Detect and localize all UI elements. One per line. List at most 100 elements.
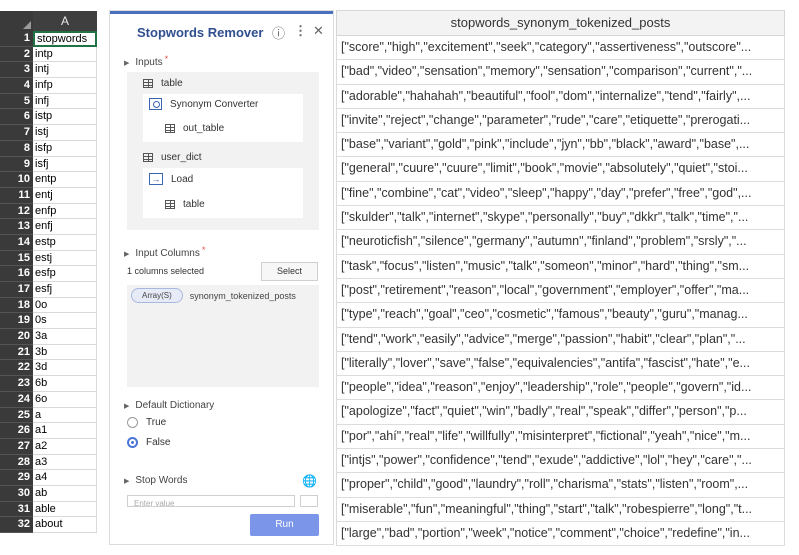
sheet-cell[interactable]: esfj: [33, 282, 97, 298]
sheet-cell[interactable]: able: [33, 501, 97, 518]
table-row[interactable]: ["adorable","hahahah","beautiful","fool"…: [336, 84, 785, 109]
stop-words-input[interactable]: Enter value: [127, 495, 295, 507]
sheet-cell[interactable]: intp: [33, 46, 97, 63]
row-number[interactable]: 14: [0, 234, 33, 251]
sheet-cell[interactable]: a: [33, 407, 97, 424]
sheet-cell[interactable]: a3: [33, 454, 97, 471]
table-row[interactable]: ["task","focus","listen","music","talk",…: [336, 254, 785, 279]
table-row[interactable]: ["apologize","fact","quiet","win","badly…: [336, 400, 785, 425]
help-icon[interactable]: ⓘ: [272, 23, 285, 42]
radio-true[interactable]: True: [127, 417, 166, 428]
inputs-section-toggle[interactable]: ▶ Inputs *: [124, 54, 168, 69]
load-item[interactable]: → Load: [149, 173, 193, 185]
row-number[interactable]: 9: [0, 156, 33, 173]
row-number[interactable]: 30: [0, 485, 33, 502]
sheet-cell[interactable]: 3d: [33, 360, 97, 377]
row-number[interactable]: 2: [0, 46, 33, 63]
table-row[interactable]: ["literally","lover","save","false","equ…: [336, 351, 785, 377]
sheet-cell[interactable]: isfj: [33, 156, 97, 173]
sheet-cell[interactable]: isfp: [33, 140, 97, 157]
row-number[interactable]: 3: [0, 62, 33, 79]
row-number[interactable]: 23: [0, 376, 33, 392]
table-row[interactable]: ["general","cuure","cuure","limit","book…: [336, 157, 785, 182]
sheet-cell[interactable]: infj: [33, 93, 97, 110]
table-row[interactable]: ["intjs","power","confidence","tend","ex…: [336, 449, 785, 474]
row-number[interactable]: 11: [0, 187, 33, 204]
row-number[interactable]: 17: [0, 282, 33, 298]
table-row[interactable]: ["type","reach","goal","ceo","cosmetic",…: [336, 303, 785, 328]
table-row[interactable]: ["por","ahí","real","life","willfully","…: [336, 424, 785, 450]
run-button[interactable]: Run: [250, 514, 319, 536]
table-row[interactable]: ["invite","reject","change","parameter",…: [336, 108, 785, 134]
table-row[interactable]: ["score","high","excitement","seek","cat…: [336, 36, 785, 61]
table-row[interactable]: ["miserable","fun","meaningful","thing",…: [336, 497, 785, 522]
sheet-cell[interactable]: entp: [33, 172, 97, 188]
stop-words-section-toggle[interactable]: ▶ Stop Words: [124, 475, 187, 486]
sheet-cell[interactable]: intj: [33, 62, 97, 79]
sheet-cell[interactable]: a2: [33, 438, 97, 455]
sheet-cell[interactable]: a1: [33, 423, 97, 439]
row-number[interactable]: 19: [0, 313, 33, 330]
row-number[interactable]: 16: [0, 266, 33, 282]
sheet-cell[interactable]: istp: [33, 109, 97, 126]
sheet-cell[interactable]: estj: [33, 250, 97, 267]
row-number[interactable]: 21: [0, 344, 33, 361]
out-table-item[interactable]: out_table: [165, 123, 224, 134]
row-number[interactable]: 32: [0, 517, 33, 533]
sheet-cell[interactable]: 6o: [33, 391, 97, 408]
sheet-cell[interactable]: entj: [33, 187, 97, 204]
row-number[interactable]: 12: [0, 203, 33, 220]
sheet-cell[interactable]: 0o: [33, 297, 97, 314]
table-row[interactable]: ["large","bad","portion","week","notice"…: [336, 521, 785, 547]
row-number[interactable]: 6: [0, 109, 33, 126]
stop-words-add-button[interactable]: [300, 495, 318, 507]
row-number[interactable]: 4: [0, 78, 33, 94]
row-number[interactable]: 24: [0, 391, 33, 408]
radio-false[interactable]: False: [127, 437, 170, 448]
sheet-cell[interactable]: 3b: [33, 344, 97, 361]
select-all-corner[interactable]: [0, 11, 33, 31]
input-table-item[interactable]: table: [143, 78, 183, 89]
table-row[interactable]: ["base","variant","gold","pink","include…: [336, 133, 785, 158]
sheet-cell[interactable]: stopwords: [33, 31, 97, 47]
row-number[interactable]: 27: [0, 438, 33, 455]
synonym-converter-item[interactable]: Synonym Converter: [149, 98, 258, 110]
sheet-cell[interactable]: enfj: [33, 219, 97, 235]
row-number[interactable]: 22: [0, 360, 33, 377]
row-number[interactable]: 31: [0, 501, 33, 518]
sheet-cell[interactable]: about: [33, 517, 97, 533]
default-dictionary-section-toggle[interactable]: ▶ Default Dictionary: [124, 400, 214, 411]
row-number[interactable]: 29: [0, 470, 33, 486]
row-number[interactable]: 28: [0, 454, 33, 471]
table-row[interactable]: ["tend","work","easily","advice","merge"…: [336, 327, 785, 352]
sheet-cell[interactable]: 6b: [33, 376, 97, 392]
sheet-cell[interactable]: estp: [33, 234, 97, 251]
row-number[interactable]: 10: [0, 172, 33, 188]
table-row[interactable]: ["neuroticfish","silence","germany","aut…: [336, 230, 785, 255]
row-number[interactable]: 7: [0, 125, 33, 141]
table-row[interactable]: ["people","idea","reason","enjoy","leade…: [336, 376, 785, 401]
sheet-cell[interactable]: infp: [33, 78, 97, 94]
sheet-cell[interactable]: istj: [33, 125, 97, 141]
sheet-cell[interactable]: ab: [33, 485, 97, 502]
row-number[interactable]: 13: [0, 219, 33, 235]
column-header-a[interactable]: A: [33, 11, 97, 31]
sheet-cell[interactable]: 0s: [33, 313, 97, 330]
table-row[interactable]: ["bad","video","sensation","memory","sen…: [336, 60, 785, 85]
row-number[interactable]: 5: [0, 93, 33, 110]
row-number[interactable]: 26: [0, 423, 33, 439]
table-row[interactable]: ["fine","combine","cat","video","sleep",…: [336, 181, 785, 207]
sheet-cell[interactable]: a4: [33, 470, 97, 486]
row-number[interactable]: 15: [0, 250, 33, 267]
row-number[interactable]: 1: [0, 31, 33, 47]
selected-column-item[interactable]: Array(S) synonym_tokenized_posts: [131, 288, 296, 303]
sheet-cell[interactable]: esfp: [33, 266, 97, 282]
user-dict-item[interactable]: user_dict: [143, 152, 202, 163]
table-row[interactable]: ["proper","child","good","laundry","roll…: [336, 473, 785, 498]
sheet-cell[interactable]: enfp: [33, 203, 97, 220]
row-number[interactable]: 20: [0, 329, 33, 345]
globe-icon[interactable]: 🌐: [302, 474, 317, 488]
row-number[interactable]: 8: [0, 140, 33, 157]
close-icon[interactable]: ✕: [313, 23, 324, 39]
sheet-cell[interactable]: 3a: [33, 329, 97, 345]
